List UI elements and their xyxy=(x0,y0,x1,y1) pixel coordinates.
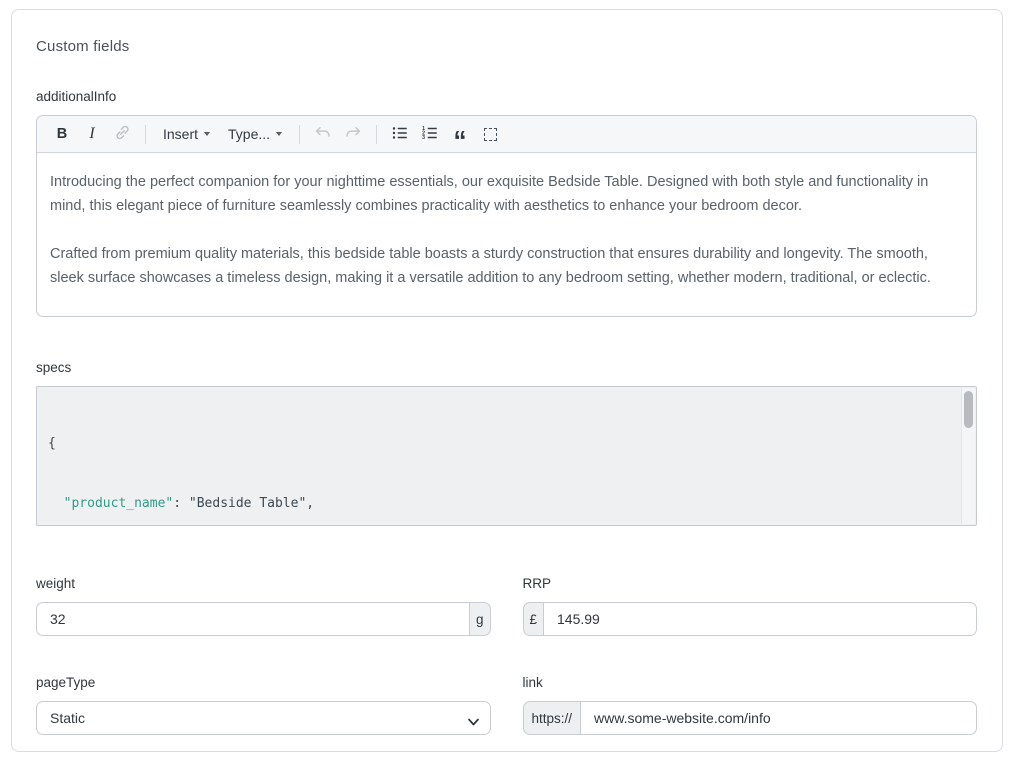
italic-button[interactable]: I xyxy=(79,121,105,147)
ordered-list-button[interactable]: 123 xyxy=(417,121,443,147)
specs-label: specs xyxy=(36,360,977,375)
weight-input[interactable] xyxy=(36,602,470,636)
weight-label: weight xyxy=(36,576,491,591)
currency-addon: £ xyxy=(523,602,545,636)
link-input[interactable] xyxy=(580,701,977,735)
insert-dropdown-label: Insert xyxy=(163,126,198,142)
weight-field: weight g xyxy=(36,576,491,636)
blockquote-icon: “ xyxy=(454,123,467,145)
code-line: "product_name": "Bedside Table", xyxy=(48,494,950,514)
unordered-list-icon xyxy=(391,124,409,145)
weight-rrp-row: weight g RRP £ xyxy=(36,576,977,636)
specs-field: specs { "product_name": "Bedside Table",… xyxy=(36,360,977,526)
editor-content[interactable]: Introducing the perfect companion for yo… xyxy=(37,153,976,316)
undo-button[interactable] xyxy=(310,121,336,147)
link-label: link xyxy=(523,675,978,690)
blockquote-button[interactable]: “ xyxy=(447,121,473,147)
link-field: link https:// xyxy=(523,675,978,735)
chevron-down-icon xyxy=(276,132,282,136)
link-icon xyxy=(114,124,131,144)
rrp-input[interactable] xyxy=(543,602,977,636)
protocol-addon: https:// xyxy=(523,701,582,735)
specs-code-editor[interactable]: { "product_name": "Bedside Table", "mate… xyxy=(36,386,977,526)
weight-unit-addon: g xyxy=(469,602,491,636)
rich-text-editor: B I Insert Typ xyxy=(36,115,977,317)
bold-button[interactable]: B xyxy=(49,121,75,147)
custom-fields-card: Custom fields additionalInfo B I xyxy=(11,9,1003,752)
insert-dropdown[interactable]: Insert xyxy=(154,121,219,147)
page-type-label: pageType xyxy=(36,675,491,690)
scrollbar-thumb[interactable] xyxy=(964,391,973,428)
link-button[interactable] xyxy=(109,121,135,147)
undo-icon xyxy=(314,124,332,145)
pagetype-link-row: pageType Static link https:// xyxy=(36,675,977,735)
resize-grip-icon[interactable] xyxy=(963,512,974,523)
additional-info-label: additionalInfo xyxy=(36,89,977,104)
editor-paragraph: Crafted from premium quality materials, … xyxy=(50,242,962,290)
rrp-label: RRP xyxy=(523,576,978,591)
editor-paragraph: Introducing the perfect companion for yo… xyxy=(50,170,962,218)
code-line: { xyxy=(48,434,950,454)
type-dropdown-label: Type... xyxy=(228,126,270,142)
redo-icon xyxy=(344,124,362,145)
unordered-list-button[interactable] xyxy=(387,121,413,147)
additional-info-field: additionalInfo B I Insert xyxy=(36,89,977,317)
section-title: Custom fields xyxy=(36,38,977,55)
redo-button[interactable] xyxy=(340,121,366,147)
scrollbar-track[interactable] xyxy=(961,388,975,524)
toolbar-divider xyxy=(299,125,300,144)
svg-text:3: 3 xyxy=(422,135,425,141)
page-type-select[interactable]: Static xyxy=(36,701,491,735)
rrp-field: RRP £ xyxy=(523,576,978,636)
editor-toolbar: B I Insert Typ xyxy=(37,116,976,153)
chevron-down-icon xyxy=(204,132,210,136)
type-dropdown[interactable]: Type... xyxy=(219,121,291,147)
ordered-list-icon: 123 xyxy=(421,124,439,145)
toolbar-divider xyxy=(376,125,377,144)
code-block-button[interactable] xyxy=(477,121,503,147)
page-type-field: pageType Static xyxy=(36,675,491,735)
toolbar-divider xyxy=(145,125,146,144)
dashed-square-icon xyxy=(484,128,497,141)
